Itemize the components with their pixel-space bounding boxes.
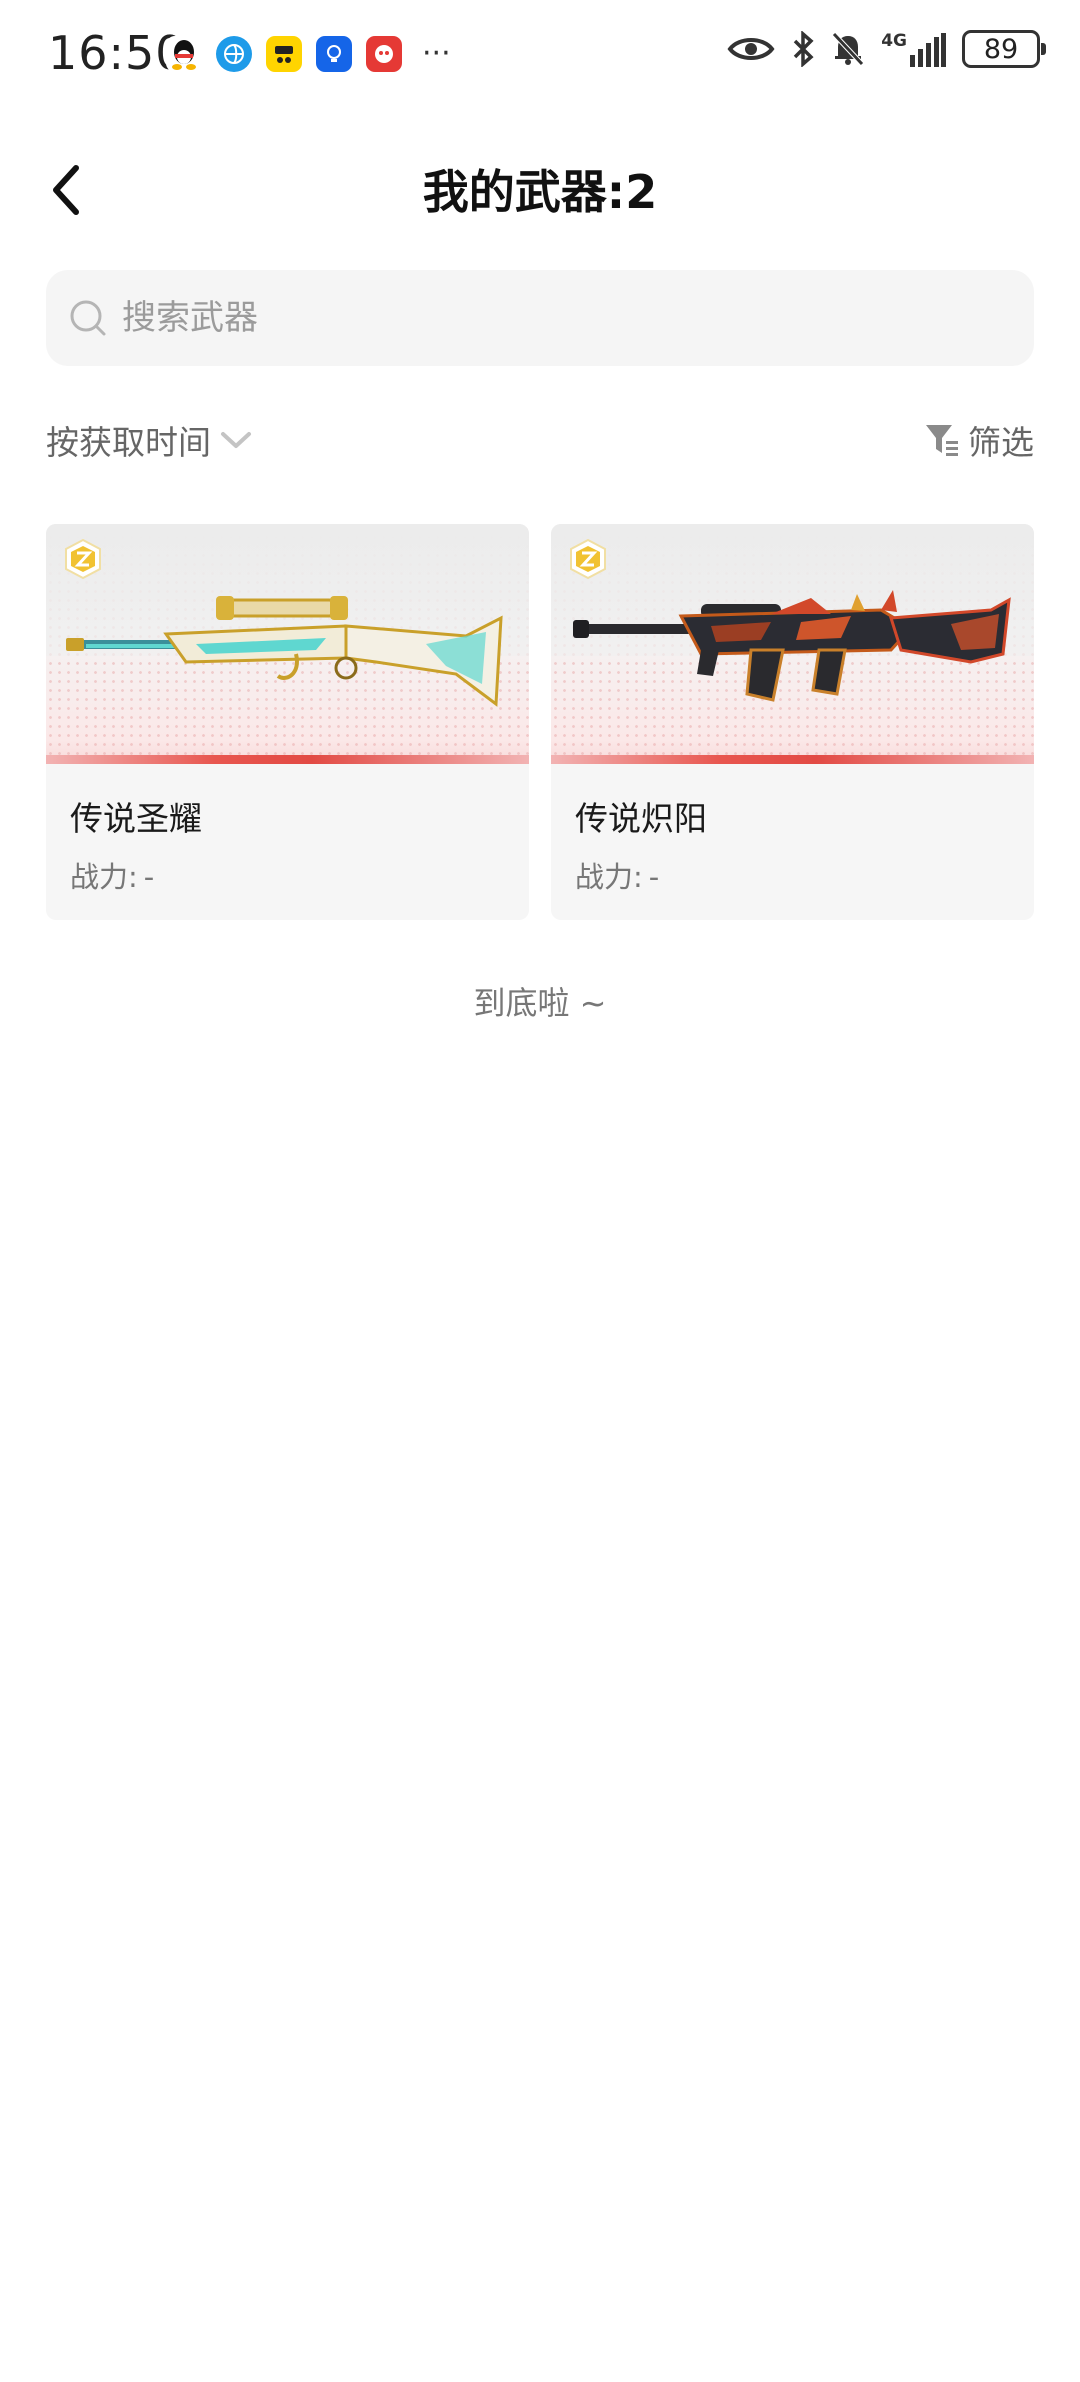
end-of-list-text: 到底啦 ~ (473, 984, 607, 1022)
signal-bars-icon (910, 33, 946, 67)
battery-indicator: 89 (962, 30, 1046, 68)
network-type-label: 4G (881, 31, 907, 51)
sort-dropdown[interactable]: 按获取时间 (46, 412, 253, 468)
notification-icons: ··· (166, 36, 451, 72)
weapon-grid: 传说圣耀 战力: - 传说炽阳 战力: - (46, 524, 1034, 920)
rarity-badge-icon (65, 538, 101, 580)
weapon-name: 传说炽阳 (575, 799, 707, 838)
filter-icon (926, 425, 958, 456)
filter-button[interactable]: 筛选 (924, 412, 1034, 468)
assault-rifle-image (573, 590, 1011, 702)
signal-indicator: 4G (881, 31, 946, 67)
power-value: - (143, 860, 155, 894)
power-label: 战力: (575, 860, 643, 894)
rarity-bar (551, 755, 1034, 764)
bluetooth-icon (793, 31, 814, 67)
weapon-name: 传说圣耀 (70, 799, 202, 838)
sort-label: 按获取时间 (46, 423, 211, 462)
battery-level: 89 (983, 33, 1019, 65)
power-label: 战力: (70, 860, 138, 894)
power-value: - (648, 860, 660, 894)
page-title: 我的武器:2 (422, 165, 658, 219)
game-app-icon (366, 36, 402, 72)
chevron-down-icon (221, 432, 251, 448)
weapon-image (551, 524, 1034, 764)
bulb-icon (316, 36, 352, 72)
app-yellow-icon (266, 36, 302, 72)
weapon-power: 战力: - (70, 854, 154, 896)
weapon-power: 战力: - (575, 854, 659, 896)
eye-icon (727, 38, 775, 60)
status-time: 16:50 (48, 26, 186, 80)
mute-bell-icon (832, 32, 865, 66)
search-icon (70, 300, 106, 336)
sniper-rifle-image (66, 596, 503, 707)
weapon-image (46, 524, 529, 764)
search-input[interactable] (122, 298, 1002, 338)
browser-icon (216, 36, 252, 72)
rarity-bar (46, 755, 529, 764)
qq-icon (166, 36, 202, 72)
status-bar: 16:50 ··· 4G 89 (0, 0, 1080, 110)
status-indicators: 4G 89 (727, 30, 1046, 68)
weapons-page: 16:50 ··· 4G 89 我的武器:2 搜索武器 按获取时间 筛选 传说圣… (0, 0, 1080, 2382)
search-box[interactable] (46, 270, 1034, 366)
weapon-card[interactable]: 传说圣耀 战力: - (46, 524, 529, 920)
weapon-card[interactable]: 传说炽阳 战力: - (551, 524, 1034, 920)
more-notifications-icon: ··· (422, 36, 451, 71)
rarity-badge-icon (570, 538, 606, 580)
filter-label: 筛选 (968, 423, 1034, 462)
